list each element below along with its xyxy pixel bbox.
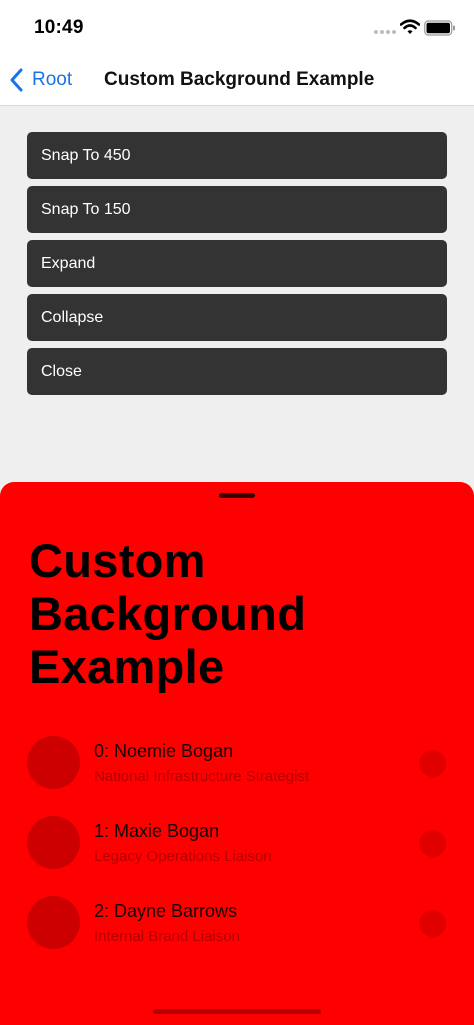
bottom-sheet[interactable]: Custom Background Example 0: Noemie Boga…: [0, 482, 474, 1025]
people-list: 0: Noemie Bogan National Infrastructure …: [0, 736, 474, 976]
status-bar: 10:49: [0, 0, 474, 55]
list-item-subtitle: Legacy Operations Liaison: [94, 848, 272, 865]
action-button-list: Snap To 450 Snap To 150 Expand Collapse …: [27, 132, 447, 402]
expand-button[interactable]: Expand: [27, 240, 447, 287]
chevron-left-icon: [10, 68, 23, 92]
snap-to-450-button[interactable]: Snap To 450: [27, 132, 447, 179]
navigation-bar: Root Custom Background Example: [0, 55, 474, 106]
back-button[interactable]: Root: [8, 67, 72, 93]
avatar: [27, 736, 80, 789]
snap-to-150-button[interactable]: Snap To 150: [27, 186, 447, 233]
list-item[interactable]: 1: Maxie Bogan Legacy Operations Liaison: [0, 816, 474, 896]
accessory-dot: [419, 750, 446, 777]
sheet-drag-handle[interactable]: [219, 493, 255, 498]
accessory-dot: [419, 830, 446, 857]
battery-icon: [424, 20, 455, 36]
sheet-title: Custom Background Example: [29, 534, 307, 693]
back-label: Root: [32, 69, 73, 90]
avatar: [27, 896, 80, 949]
page-title: Custom Background Example: [104, 69, 375, 90]
collapse-button[interactable]: Collapse: [27, 294, 447, 341]
list-item-subtitle: Internal Brand Liaison: [94, 928, 240, 945]
list-item[interactable]: 2: Dayne Barrows Internal Brand Liaison: [0, 896, 474, 976]
wifi-icon: [400, 19, 420, 34]
list-item-subtitle: National Infrastructure Strategist: [94, 768, 310, 785]
list-item-name: 2: Dayne Barrows: [94, 901, 238, 921]
avatar: [27, 816, 80, 869]
home-indicator: [153, 1009, 321, 1014]
accessory-dot: [419, 910, 446, 937]
list-item-name: 1: Maxie Bogan: [94, 821, 220, 841]
list-item-name: 0: Noemie Bogan: [94, 741, 234, 761]
cellular-signal-icon: [374, 30, 396, 36]
status-time: 10:49: [34, 17, 84, 38]
list-item[interactable]: 0: Noemie Bogan National Infrastructure …: [0, 736, 474, 816]
close-button[interactable]: Close: [27, 348, 447, 395]
